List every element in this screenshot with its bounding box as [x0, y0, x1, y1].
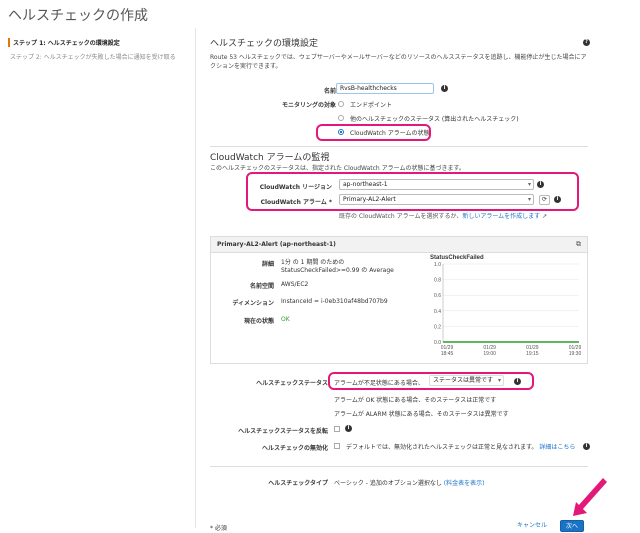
sidebar-step-1[interactable]: ステップ 1: ヘルスチェックの環境設定 — [8, 38, 120, 47]
create-alarm-link[interactable]: 新しいアラームを作成します — [462, 213, 540, 220]
open-external-icon[interactable]: ⧉ — [576, 240, 581, 249]
sidebar-step-2[interactable]: ステップ 2: ヘルスチェックが失敗した場合に通知を受け取る — [10, 52, 176, 61]
state-value: OK — [281, 316, 290, 323]
ok-status-line: アラームが OK 状態にある場合、そのステータスは正常です — [334, 397, 497, 404]
chart-y-tick: 0.8 — [434, 278, 441, 284]
alarm-label: CloudWatch アラーム * — [260, 199, 332, 206]
dimension-label: ディメンション — [232, 300, 274, 307]
chevron-down-icon: ▾ — [527, 196, 531, 203]
details-value: 1分 の 1 期間 のための StatusCheckFailed>=0.99 の… — [281, 259, 394, 274]
arrow-shaft — [578, 478, 607, 510]
name-label: 名前 — [323, 88, 336, 95]
chart-y-tick: 0.4 — [434, 309, 441, 315]
disable-info-icon[interactable]: i — [583, 443, 590, 450]
region-value: ap-northeast-1 — [343, 181, 388, 188]
config-description: Route 53 ヘルスチェックでは、ウェブサーバーやメールサーバーなどのリソー… — [210, 54, 587, 70]
divider — [210, 466, 588, 467]
chevron-down-icon: ▾ — [527, 181, 531, 188]
chart-y-tick: 0.6 — [434, 293, 441, 299]
config-heading: ヘルスチェックの環境設定 — [210, 39, 319, 49]
required-note: * 必須 — [210, 525, 227, 532]
state-label: 現在の状態 — [243, 318, 274, 325]
help-info-icon[interactable]: ? — [583, 39, 590, 46]
status-label: ヘルスチェックステータス — [256, 380, 328, 387]
status-info-icon[interactable]: i — [514, 378, 521, 385]
radio-endpoint[interactable] — [338, 101, 344, 107]
invert-info-icon[interactable]: i — [345, 425, 352, 432]
next-button[interactable]: 次へ — [560, 520, 584, 532]
region-select[interactable]: ap-northeast-1 ▾ — [339, 179, 534, 190]
region-label: CloudWatch リージョン — [259, 184, 332, 191]
external-link-icon: ↗ — [540, 213, 548, 220]
radio-calculated[interactable] — [338, 115, 344, 121]
chevron-down-icon: ▾ — [497, 377, 501, 384]
alarm-value: Primary-AL2-Alert — [343, 196, 396, 203]
alarm-help-text: 既存の CloudWatch アラームを選択するか、新しいアラームを作成します … — [339, 213, 548, 220]
chart-x-tick-time: 19:15 — [526, 351, 539, 357]
chart-title: StatusCheckFailed — [430, 255, 484, 261]
chart-y-tick: 1.0 — [434, 262, 441, 268]
cloudwatch-heading: CloudWatch アラームの監視 — [210, 153, 330, 163]
name-input[interactable]: RvsB-healthchecks — [336, 83, 434, 94]
dimension-value: InstanceId = i-0eb310af48bd707b9 — [281, 298, 388, 305]
option-calculated-label: 他のヘルスチェックのステータス (算出されたヘルスチェック) — [350, 116, 519, 123]
region-info-icon[interactable]: i — [537, 181, 544, 188]
metric-chart-svg: StatusCheckFailed1.00.80.60.40.20.001/29… — [430, 255, 582, 357]
type-label: ヘルスチェックタイプ — [268, 480, 328, 487]
disable-checkbox[interactable] — [334, 443, 340, 449]
option-endpoint-label: エンドポイント — [350, 102, 393, 109]
chart-x-tick-time: 19:00 — [483, 351, 496, 357]
divider — [210, 146, 588, 147]
arrow-annotation-icon — [573, 478, 607, 516]
alarm-status-line: アラームが ALARM 状態にある場合、そのステータスは異常です — [334, 411, 509, 418]
name-info-icon[interactable]: i — [441, 85, 448, 92]
chart-x-tick-time: 18:45 — [441, 351, 454, 357]
page-title: ヘルスチェックの作成 — [8, 8, 148, 24]
invert-checkbox[interactable] — [334, 426, 340, 432]
chart-y-tick: 0.2 — [434, 324, 441, 330]
learn-more-link[interactable]: 詳細はこちら — [539, 444, 575, 451]
insufficient-status-select[interactable]: ステータスは異常です ▾ — [429, 375, 504, 386]
alarm-panel: Primary-AL2-Alert (ap-northeast-1) ⧉ 詳細 … — [210, 236, 588, 364]
alarm-info-icon[interactable]: i — [554, 196, 561, 203]
insufficient-status-value: ステータスは異常です — [433, 377, 494, 384]
namespace-label: 名前空間 — [249, 283, 274, 290]
invert-label: ヘルスチェックステータスを反転 — [238, 428, 328, 435]
refresh-icon[interactable]: ⟳ — [539, 195, 550, 205]
alarm-panel-title: Primary-AL2-Alert (ap-northeast-1) — [211, 237, 587, 253]
monitor-label: モニタリングの対象 — [281, 102, 336, 109]
cancel-button[interactable]: キャンセル — [512, 520, 552, 532]
metric-chart: StatusCheckFailed 1.0 0.8 0.6 0.4 0.2 0.0 01/29… — [429, 252, 585, 360]
main-content: ヘルスチェックの環境設定 ? Route 53 ヘルスチェックでは、ウェブサーバ… — [196, 28, 640, 533]
insufficient-prefix: アラームが不足状態にある場合、 — [334, 380, 424, 387]
disable-text: デフォルトでは、無効化されたヘルスチェックは正常と見なされます。 詳細はこちら — [346, 444, 576, 451]
pricing-link[interactable]: (料金表を表示) — [444, 480, 485, 487]
type-text: ベーシック - 追加のオプション選択なし (料金表を表示) — [334, 480, 485, 487]
sidebar: ステップ 1: ヘルスチェックの環境設定 ステップ 2: ヘルスチェックが失敗し… — [0, 28, 196, 528]
disable-label: ヘルスチェックの無効化 — [261, 445, 328, 452]
alarm-select[interactable]: Primary-AL2-Alert ▾ — [339, 194, 534, 205]
option-cloudwatch-label: CloudWatch アラームの状態 — [350, 130, 430, 137]
namespace-value: AWS/EC2 — [281, 281, 309, 288]
chart-x-tick-time: 19:30 — [569, 351, 582, 357]
details-label: 詳細 — [261, 261, 274, 268]
radio-cloudwatch[interactable] — [338, 129, 344, 135]
